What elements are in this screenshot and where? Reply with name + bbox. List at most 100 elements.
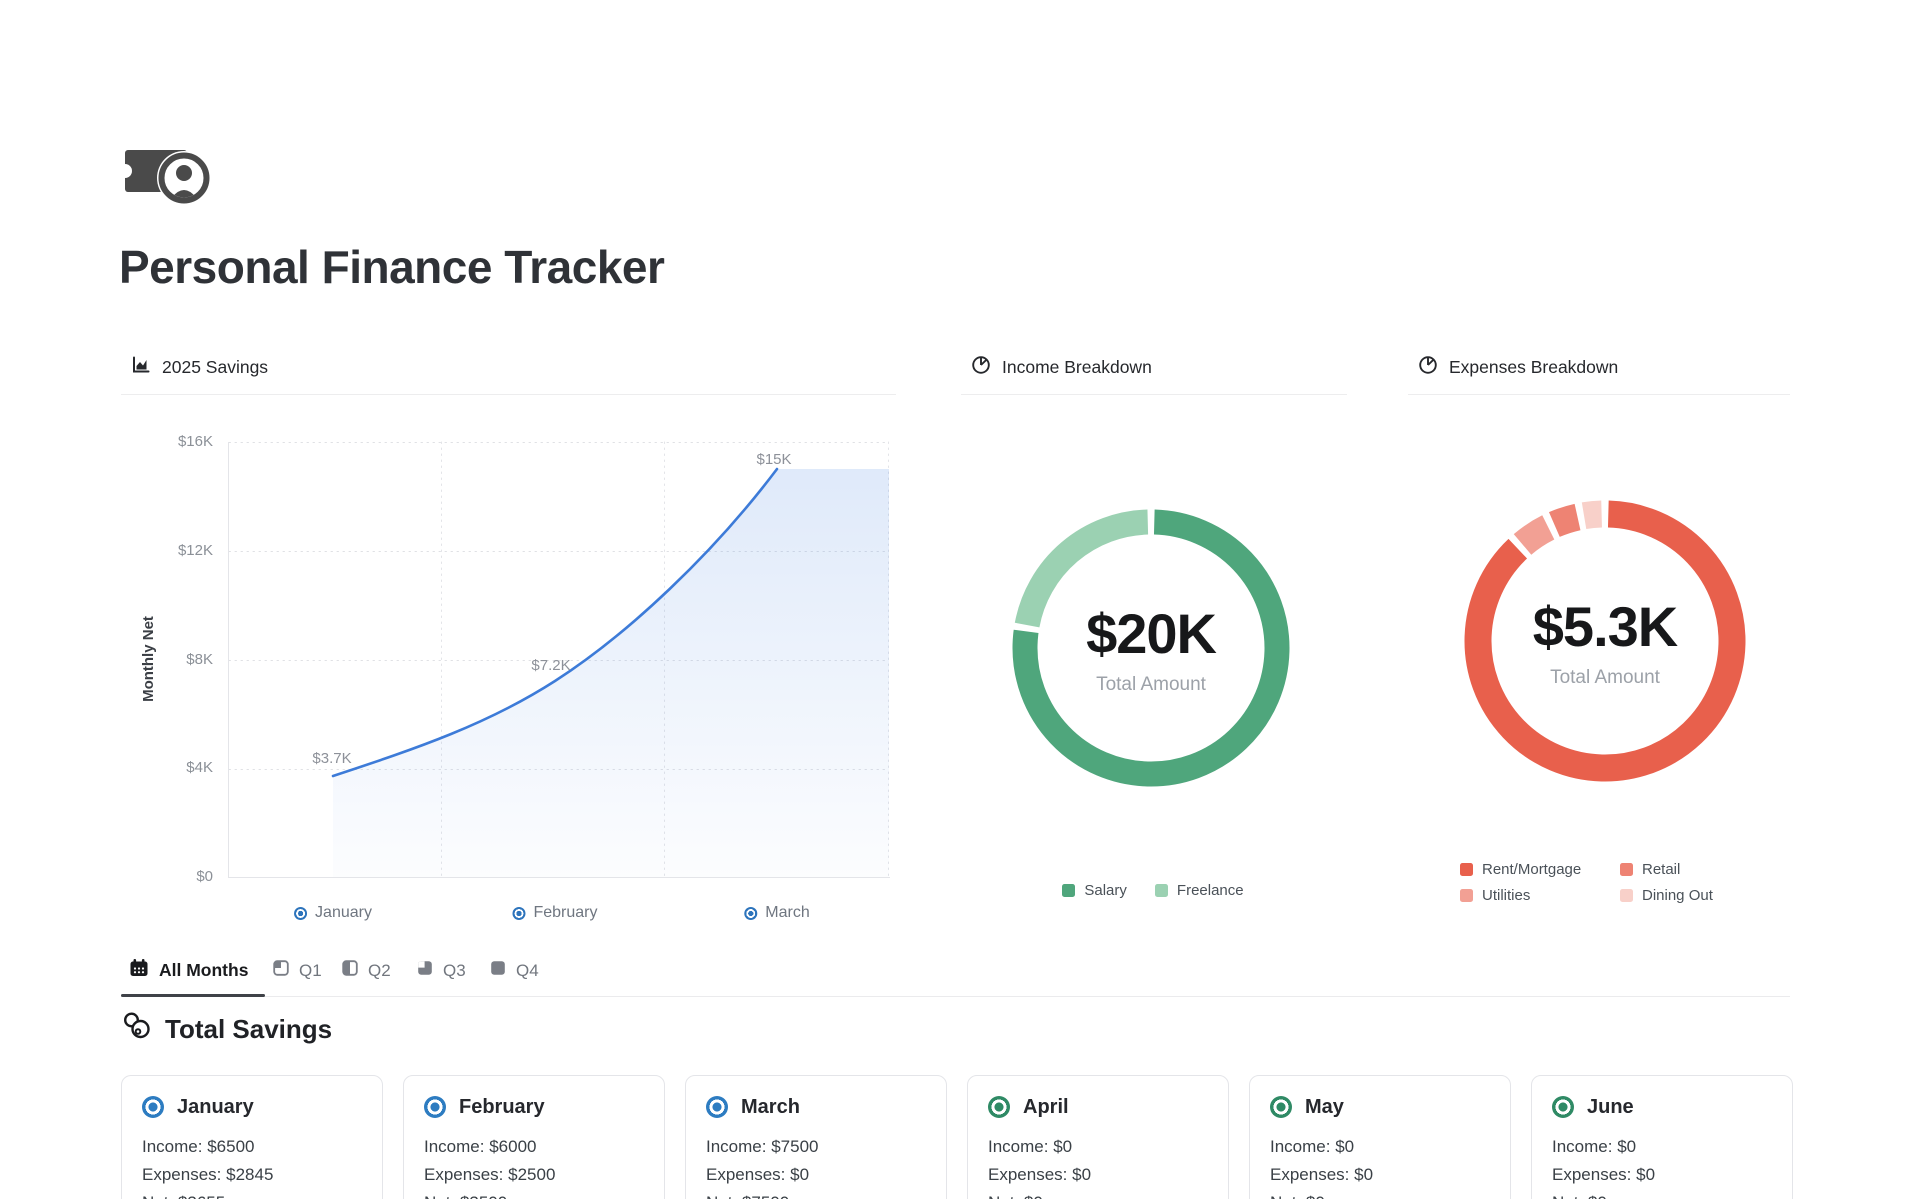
y-tick: $12K	[160, 543, 213, 559]
tab-label: All Months	[159, 960, 248, 981]
net-line: Net: $0	[1270, 1194, 1490, 1199]
expenses-line: Expenses: $2500	[424, 1166, 644, 1183]
legend-label: Salary	[1084, 882, 1127, 899]
income-line: Income: $0	[1270, 1138, 1490, 1155]
legend-item-utilities[interactable]: Utilities	[1460, 887, 1620, 904]
expenses-line: Expenses: $0	[988, 1166, 1208, 1183]
point-label-february: $7.2K	[531, 657, 570, 674]
area-fill	[333, 469, 889, 877]
income-line: Income: $7500	[706, 1138, 926, 1155]
month-bullet-icon	[142, 1096, 164, 1118]
month-name: June	[1587, 1096, 1634, 1119]
month-card-march: March Income: $7500 Expenses: $0 Net: $7…	[685, 1075, 947, 1199]
net-line: Net: $3500	[424, 1194, 644, 1199]
expenses-line: Expenses: $0	[1270, 1166, 1490, 1183]
month-card-may: May Income: $0 Expenses: $0 Net: $0	[1249, 1075, 1511, 1199]
income-line: Income: $0	[988, 1138, 1208, 1155]
expenses-total-label: Total Amount	[1550, 667, 1660, 689]
y-tick: $0	[160, 869, 213, 885]
page-title: Personal Finance Tracker	[119, 240, 664, 294]
y-tick: $8K	[160, 652, 213, 668]
expenses-line: Expenses: $0	[1552, 1166, 1772, 1183]
legend-label: Freelance	[1177, 882, 1244, 899]
net-line: Net: $0	[1552, 1194, 1772, 1199]
income-header-rule	[961, 394, 1347, 395]
legend-item-freelance[interactable]: Freelance	[1155, 882, 1244, 899]
net-line: Net: $0	[988, 1194, 1208, 1199]
savings-section-header: 2025 Savings	[131, 353, 831, 381]
y-tick: $16K	[160, 434, 213, 450]
tab-label: Q3	[443, 961, 466, 981]
month-card-header: February	[424, 1095, 644, 1119]
pie-chart-icon	[1418, 355, 1438, 380]
app-logo-banknote-icon	[122, 140, 220, 211]
tick-dot-icon	[512, 907, 525, 920]
legend-swatch	[1620, 889, 1633, 902]
month-card-header: April	[988, 1095, 1208, 1119]
month-card-february: February Income: $6000 Expenses: $2500 N…	[403, 1075, 665, 1199]
month-name: March	[741, 1096, 800, 1119]
tick-dot-icon	[744, 907, 757, 920]
legend-item-retail[interactable]: Retail	[1620, 861, 1713, 878]
tab-q3[interactable]: Q3	[417, 960, 466, 981]
income-section-header: Income Breakdown	[971, 353, 1341, 381]
month-card-header: January	[142, 1095, 362, 1119]
expenses-line: Expenses: $2845	[142, 1166, 362, 1183]
quarter-3-icon	[417, 960, 433, 981]
income-section-title: Income Breakdown	[1002, 357, 1152, 378]
month-card-january: January Income: $6500 Expenses: $2845 Ne…	[121, 1075, 383, 1199]
legend-item-salary[interactable]: Salary	[1062, 882, 1127, 899]
tab-q2[interactable]: Q2	[342, 960, 391, 981]
month-card-header: May	[1270, 1095, 1490, 1119]
tab-label: Q2	[368, 961, 391, 981]
total-savings-title: Total Savings	[165, 1014, 332, 1045]
x-tick-label: March	[765, 904, 809, 922]
legend-swatch	[1062, 884, 1075, 897]
tab-label: Q4	[516, 961, 539, 981]
month-card-header: March	[706, 1095, 926, 1119]
point-label-march: $15K	[756, 451, 791, 468]
legend-item-rent[interactable]: Rent/Mortgage	[1460, 861, 1620, 878]
finance-dashboard: Personal Finance Tracker 2025 Savings In…	[0, 0, 1920, 1199]
expenses-total: $5.3K	[1533, 594, 1677, 659]
month-name: January	[177, 1096, 254, 1119]
legend-label: Rent/Mortgage	[1482, 861, 1581, 878]
savings-header-rule	[121, 394, 896, 395]
legend-swatch	[1460, 863, 1473, 876]
legend-label: Dining Out	[1642, 887, 1713, 904]
tick-dot-icon	[294, 907, 307, 920]
income-total-label: Total Amount	[1096, 674, 1206, 696]
y-tick: $4K	[160, 760, 213, 776]
quarter-2-icon	[342, 960, 358, 981]
month-name: February	[459, 1096, 545, 1119]
calendar-icon	[129, 958, 149, 983]
month-bullet-icon	[706, 1096, 728, 1118]
net-line: Net: $7500	[706, 1194, 926, 1199]
pie-chart-icon	[971, 355, 991, 380]
tab-q1[interactable]: Q1	[273, 960, 322, 981]
income-donut-chart[interactable]: $20K Total Amount	[1011, 508, 1291, 788]
x-tick-january: January	[294, 904, 372, 922]
tab-label: Q1	[299, 961, 322, 981]
expenses-section-header: Expenses Breakdown	[1418, 353, 1788, 381]
tab-q4[interactable]: Q4	[490, 960, 539, 981]
point-label-january: $3.7K	[312, 750, 351, 767]
legend-swatch	[1460, 889, 1473, 902]
quarter-4-icon	[490, 960, 506, 981]
expenses-donut-chart[interactable]: $5.3K Total Amount	[1463, 499, 1747, 783]
month-card-header: June	[1552, 1095, 1772, 1119]
legend-item-dining[interactable]: Dining Out	[1620, 887, 1713, 904]
net-line: Net: $3655	[142, 1194, 362, 1199]
coins-icon	[121, 1010, 153, 1049]
legend-swatch	[1155, 884, 1168, 897]
x-tick-march: March	[744, 904, 809, 922]
y-axis-title: Monthly Net	[140, 599, 156, 719]
expenses-legend: Rent/Mortgage Retail Utilities Dining Ou…	[1460, 861, 1713, 904]
quarter-1-icon	[273, 960, 289, 981]
income-donut-center: $20K Total Amount	[1011, 508, 1291, 788]
legend-swatch	[1620, 863, 1633, 876]
x-tick-label: January	[315, 904, 372, 922]
income-line: Income: $0	[1552, 1138, 1772, 1155]
savings-section-title: 2025 Savings	[162, 357, 268, 378]
tab-all-months[interactable]: All Months	[129, 958, 248, 983]
